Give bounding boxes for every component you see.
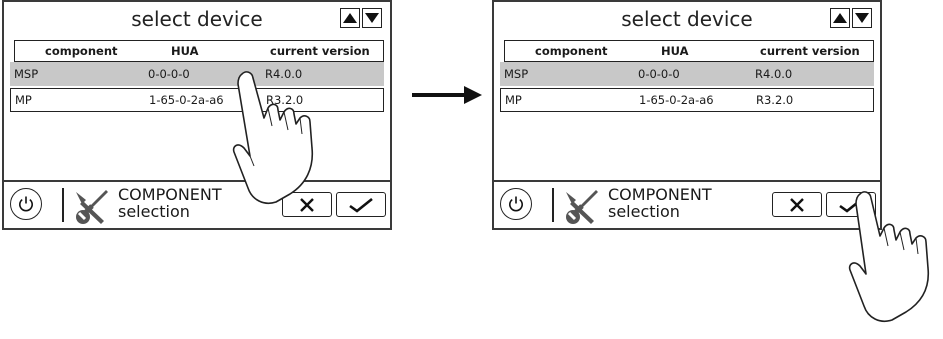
power-button[interactable] xyxy=(10,188,42,220)
triangle-down-icon xyxy=(855,13,869,23)
cell-hua: 1-65-0-2a-a6 xyxy=(639,93,714,107)
cell-component: MSP xyxy=(14,67,39,81)
column-header-component: component xyxy=(535,44,608,58)
triangle-up-icon xyxy=(833,13,847,23)
divider xyxy=(62,188,64,222)
scroll-down-button[interactable] xyxy=(362,8,382,28)
bottom-bar-title-line1: COMPONENT xyxy=(608,185,712,204)
bottom-bar-title-line2: selection xyxy=(118,202,190,221)
screen-title: select device xyxy=(131,7,263,31)
column-header-hua: HUA xyxy=(171,44,199,58)
column-header-component: component xyxy=(45,44,118,58)
checkmark-icon xyxy=(349,197,373,213)
table-row-mp[interactable]: MP 1-65-0-2a-a6 R3.2.0 xyxy=(500,88,874,112)
power-icon xyxy=(19,196,33,212)
column-header-version: current version xyxy=(760,44,860,58)
hand-pointer-icon xyxy=(848,191,930,322)
bottom-bar-title-line2: selection xyxy=(608,202,680,221)
scroll-up-button[interactable] xyxy=(340,8,360,28)
wrench-screwdriver-icon xyxy=(76,190,108,224)
bottom-bar-title: COMPONENT selection xyxy=(608,186,712,220)
confirm-button[interactable] xyxy=(336,192,386,217)
cell-version: R4.0.0 xyxy=(755,67,793,81)
cancel-button[interactable] xyxy=(772,192,822,217)
bottom-bar: COMPONENT selection xyxy=(494,180,880,228)
scroll-buttons xyxy=(340,8,382,28)
triangle-down-icon xyxy=(365,13,379,23)
cell-component: MSP xyxy=(504,67,529,81)
device-screen-after: select device component HUA current vers… xyxy=(492,0,882,230)
x-icon xyxy=(790,197,804,212)
screen-title: select device xyxy=(621,7,753,31)
power-icon xyxy=(509,196,523,212)
table-header: component HUA current version xyxy=(504,40,874,62)
scroll-down-button[interactable] xyxy=(852,8,872,28)
device-screen-before: select device component HUA current vers… xyxy=(2,0,392,230)
bottom-bar-title: COMPONENT selection xyxy=(118,186,222,220)
cell-hua: 0-0-0-0 xyxy=(638,67,680,81)
column-header-version: current version xyxy=(270,44,370,58)
bottom-bar-title-line1: COMPONENT xyxy=(118,185,222,204)
cell-component: MP xyxy=(505,93,522,107)
right-arrow-icon xyxy=(412,86,482,104)
divider xyxy=(552,188,554,222)
scroll-buttons xyxy=(830,8,872,28)
table-header: component HUA current version xyxy=(14,40,384,62)
triangle-up-icon xyxy=(343,13,357,23)
hand-pointer-icon xyxy=(232,71,314,204)
column-header-hua: HUA xyxy=(661,44,689,58)
table-row-msp[interactable]: MSP 0-0-0-0 R4.0.0 xyxy=(500,62,874,86)
cell-component: MP xyxy=(15,93,32,107)
scroll-up-button[interactable] xyxy=(830,8,850,28)
wrench-screwdriver-icon xyxy=(566,190,598,224)
cell-version: R3.2.0 xyxy=(756,93,794,107)
bottom-bar: COMPONENT selection xyxy=(4,180,390,228)
power-button[interactable] xyxy=(500,188,532,220)
